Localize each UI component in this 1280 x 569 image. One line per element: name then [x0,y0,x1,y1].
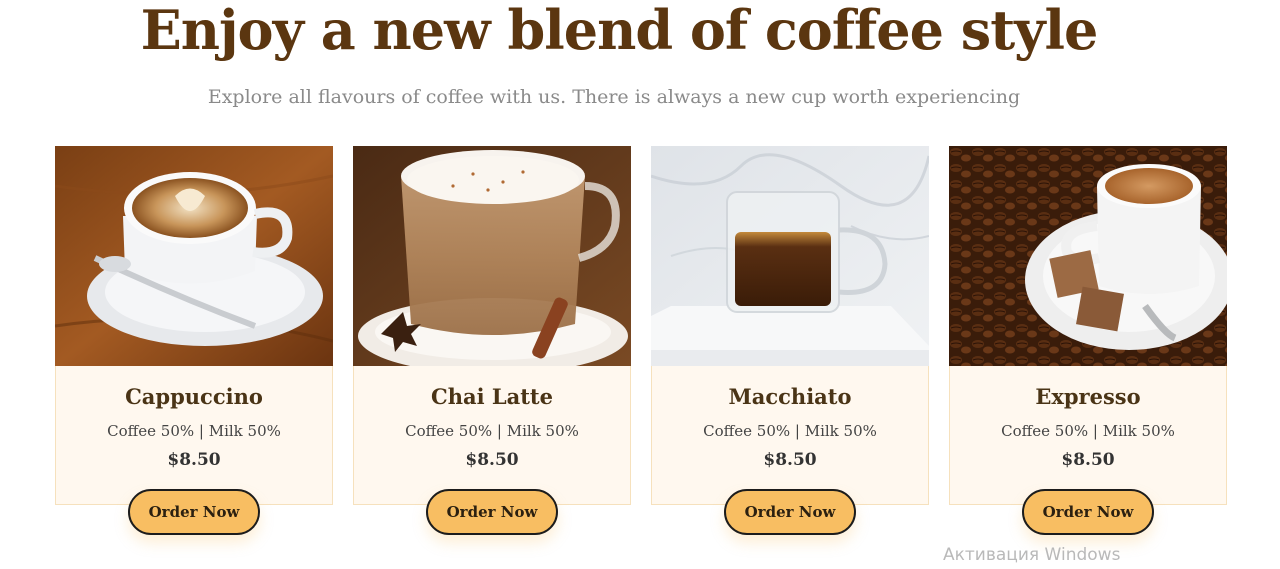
product-mix: Coffee 50% | Milk 50% [1001,422,1175,440]
product-price: $8.50 [167,450,221,470]
hero-title: Enjoy a new blend of coffee style [140,0,1099,62]
product-info-panel: Chai Latte Coffee 50% | Milk 50% $8.50 [353,366,631,505]
product-name: Macchiato [728,384,852,409]
product-card-macchiato: Macchiato Coffee 50% | Milk 50% $8.50 Or… [651,146,929,535]
order-now-button[interactable]: Order Now [724,489,856,535]
product-info-panel: Macchiato Coffee 50% | Milk 50% $8.50 [651,366,929,505]
product-name: Chai Latte [430,384,553,409]
chai-latte-image [353,146,631,366]
order-now-button[interactable]: Order Now [128,489,260,535]
product-mix: Coffee 50% | Milk 50% [703,422,877,440]
product-price: $8.50 [763,450,817,470]
coffee-landing-page: Enjoy a new blend of coffee style Explor… [0,0,1280,569]
product-mix: Coffee 50% | Milk 50% [107,422,281,440]
product-card-chai-latte: Chai Latte Coffee 50% | Milk 50% $8.50 O… [353,146,631,535]
product-price: $8.50 [465,450,519,470]
product-card-expresso: Expresso Coffee 50% | Milk 50% $8.50 Ord… [949,146,1227,535]
hero-subtitle: Explore all flavours of coffee with us. … [207,86,1021,108]
product-info-panel: Cappuccino Coffee 50% | Milk 50% $8.50 [55,366,333,505]
macchiato-image [651,146,929,366]
cappuccino-image [55,146,333,366]
expresso-image [949,146,1227,366]
windows-activation-watermark: Активация Windows [943,545,1121,565]
product-name: Cappuccino [125,384,263,409]
order-now-button[interactable]: Order Now [1022,489,1154,535]
product-name: Expresso [1035,384,1141,409]
product-card-cappuccino: Cappuccino Coffee 50% | Milk 50% $8.50 O… [55,146,333,535]
product-info-panel: Expresso Coffee 50% | Milk 50% $8.50 [949,366,1227,505]
product-price: $8.50 [1061,450,1115,470]
order-now-button[interactable]: Order Now [426,489,558,535]
product-mix: Coffee 50% | Milk 50% [405,422,579,440]
